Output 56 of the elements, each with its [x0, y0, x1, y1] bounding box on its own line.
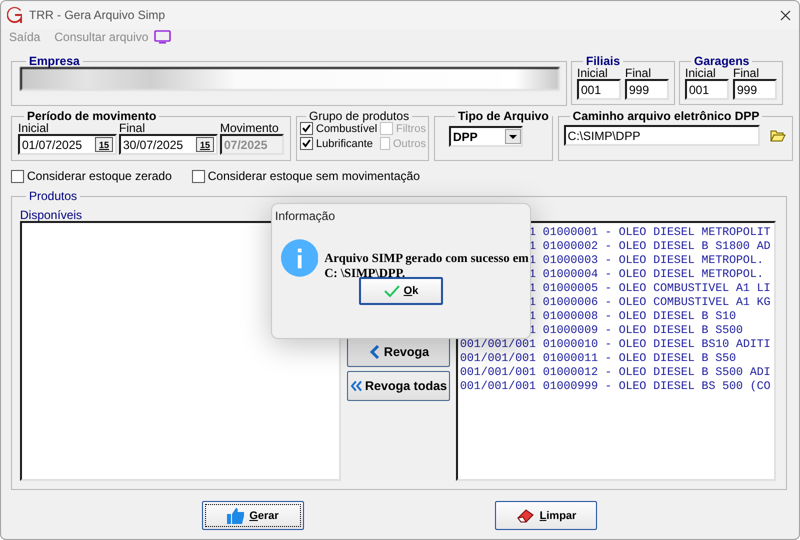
field-label: Movimento — [220, 122, 279, 134]
clear-button[interactable]: Limpar — [495, 501, 597, 530]
input-field[interactable]: 001 — [577, 79, 621, 100]
revoke-button[interactable]: Revoga todas — [347, 371, 450, 401]
group-title: Garagens — [693, 55, 750, 67]
monitor-icon[interactable] — [154, 30, 172, 44]
input-field[interactable]: 001 — [685, 79, 729, 100]
group-title: Produtos — [28, 190, 78, 202]
checkbox[interactable] — [11, 170, 24, 182]
generate-button[interactable]: Gerar — [202, 501, 304, 530]
checkbox[interactable] — [300, 122, 313, 135]
input-field[interactable]: 999 — [733, 79, 777, 100]
field-label: Inicial — [577, 67, 608, 79]
date-field[interactable]: 01/07/2025 15 — [18, 134, 117, 155]
checkbox[interactable] — [192, 170, 205, 182]
group-title: Empresa — [28, 55, 81, 67]
list-label: Disponíveis — [20, 209, 82, 221]
chevron-left-icon — [368, 344, 382, 360]
company-field[interactable] — [20, 67, 560, 91]
list-item[interactable]: 001/001/001 01000012 - OLEO DIESEL B S500 ADI — [460, 366, 774, 380]
revoke-button[interactable]: Revoga — [347, 337, 450, 367]
dialog-title: Informação — [274, 208, 336, 225]
thumbs-up-icon — [227, 507, 246, 524]
checkbox-label[interactable]: Lubrificante — [300, 137, 380, 150]
group-title: Período de movimento — [26, 110, 158, 122]
field-label: Final — [119, 122, 146, 134]
checkbox-label[interactable]: Combustível — [300, 122, 380, 135]
checkbox-label[interactable]: Considerar estoque sem movimentação — [192, 169, 420, 183]
folder-icon[interactable] — [770, 130, 786, 142]
field-label: Inicial — [18, 122, 49, 134]
calendar-button[interactable]: 15 — [95, 137, 113, 152]
info-icon — [281, 238, 318, 278]
group-title: Caminho arquivo eletrônico DPP — [572, 110, 760, 122]
close-icon[interactable] — [780, 10, 791, 20]
window-title: TRR - Gera Arquivo Simp — [29, 8, 166, 22]
group-title: Filiais — [585, 55, 622, 67]
checkbox-label[interactable]: Considerar estoque zerado — [11, 169, 172, 183]
app-logo-icon — [7, 7, 23, 23]
ok-button[interactable]: Ok — [359, 277, 443, 305]
checkbox[interactable] — [300, 137, 313, 150]
field-label: Final — [625, 67, 652, 79]
calendar-button[interactable]: 15 — [196, 137, 214, 152]
list-item[interactable]: 001/001/001 01000011 - OLEO DIESEL B S50 — [460, 352, 774, 366]
input-field[interactable]: 999 — [625, 79, 669, 100]
path-field[interactable]: C:\SIMP\DPP — [564, 125, 760, 146]
field-label: Inicial — [685, 67, 716, 79]
list-item[interactable]: 001/001/001 01000999 - OLEO DIESEL BS 500 (CO — [460, 380, 774, 394]
group-title: Grupo de produtos — [308, 110, 410, 122]
date-field[interactable]: 30/07/2025 15 — [119, 134, 218, 155]
list-item[interactable]: 001/001/001 01000010 - OLEO DIESEL BS10 ADITI — [460, 338, 774, 352]
group-title: Tipo de Arquivo — [457, 110, 550, 122]
eraser-icon — [516, 508, 536, 522]
file-type-dropdown[interactable]: DPP — [449, 126, 523, 147]
checkmark-icon — [384, 285, 400, 297]
caret-icon — [509, 134, 517, 138]
field-label: Final — [733, 67, 760, 79]
